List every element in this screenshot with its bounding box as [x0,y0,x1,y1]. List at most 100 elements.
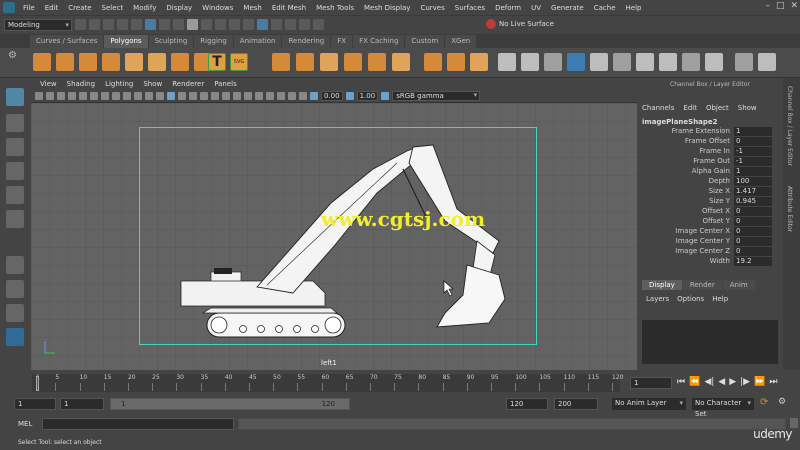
animation-end-field[interactable]: 200 [554,398,598,410]
exposure-icon[interactable] [310,92,318,100]
panel-menu-panels[interactable]: Panels [209,80,242,88]
attr-row-size-y[interactable]: Size Y 0.945 [638,197,778,207]
poly-cube-icon[interactable] [56,53,74,71]
menu-modify[interactable]: Modify [128,4,161,12]
menu-deform[interactable]: Deform [490,4,526,12]
menu-edit[interactable]: Edit [40,4,64,12]
planar-uv-icon[interactable] [613,53,631,71]
playback-start-field[interactable]: 1 [60,398,104,410]
target-weld-icon[interactable] [521,53,539,71]
textured-icon[interactable] [200,92,208,100]
channel-menu-edit[interactable]: Edit [683,104,697,112]
current-time-indicator[interactable] [36,376,39,391]
channel-menu-channels[interactable]: Channels [642,104,674,112]
ambient-occlusion-icon[interactable] [233,92,241,100]
panel-menu-renderer[interactable]: Renderer [167,80,209,88]
paint-select-tool-icon[interactable] [6,138,24,156]
attr-row-size-x[interactable]: Size X 1.417 [638,187,778,197]
layer-menu-options[interactable]: Options [677,295,704,303]
character-set-select[interactable]: No Character Set [692,398,754,418]
open-scene-icon[interactable] [89,19,100,30]
gamma-icon[interactable] [345,92,354,100]
attr-value[interactable]: 0 [734,237,772,246]
mask-curves-icon[interactable] [229,19,240,30]
view-transform-select[interactable]: sRGB gamma [392,91,481,101]
cut-uv-icon[interactable] [659,53,677,71]
anti-aliasing-icon[interactable] [255,92,263,100]
poly-plane-icon[interactable] [148,53,166,71]
scale-tool-icon[interactable] [6,210,24,228]
menu-uv[interactable]: UV [526,4,546,12]
panel-menu-lighting[interactable]: Lighting [100,80,138,88]
step-back-frame-icon[interactable]: ◀| [704,377,714,387]
poly-cone-icon[interactable] [102,53,120,71]
camera-select-icon[interactable] [35,92,43,100]
time-slider-track[interactable]: 1510152025303540455055606570758085909510… [32,374,623,392]
attr-row-alpha-gain[interactable]: Alpha Gain 1 [638,167,778,177]
menu-surfaces[interactable]: Surfaces [450,4,490,12]
attr-row-image-center-z[interactable]: Image Center Z 0 [638,247,778,257]
extrude-icon[interactable] [392,53,410,71]
mask-surfaces-icon[interactable] [243,19,254,30]
anim-layer-select[interactable]: No Anim Layer [612,398,686,410]
multi-cut-icon[interactable] [498,53,516,71]
attr-row-frame-extension[interactable]: Frame Extension 1 [638,127,778,137]
attr-value[interactable]: 1 [734,167,772,176]
shelf-tab-xgen[interactable]: XGen [445,35,477,48]
range-bar[interactable]: 1 120 [110,398,350,410]
channel-menu-object[interactable]: Object [706,104,729,112]
gate-mask-icon[interactable] [134,92,142,100]
isolate-select-icon[interactable] [266,92,274,100]
layer-menu-layers[interactable]: Layers [646,295,669,303]
new-scene-icon[interactable] [75,19,86,30]
attr-value[interactable]: 100 [734,177,772,186]
menu-set-select[interactable]: Modeling [4,18,72,31]
close-icon[interactable]: ✕ [790,1,798,11]
attr-row-frame-in[interactable]: Frame In -1 [638,147,778,157]
shelf-tab-custom[interactable]: Custom [405,35,445,48]
menu-display[interactable]: Display [161,4,197,12]
current-frame-field[interactable]: 1 [630,377,672,389]
panel-menu-view[interactable]: View [35,80,62,88]
boolean-icon[interactable] [344,53,362,71]
menu-edit-mesh[interactable]: Edit Mesh [267,4,311,12]
mirror-icon[interactable] [368,53,386,71]
side-tab-channel-box[interactable]: Channel Box / Layer Editor [786,86,793,166]
menu-cache[interactable]: Cache [589,4,621,12]
poly-torus-icon[interactable] [125,53,143,71]
shelf-tab-sculpting[interactable]: Sculpting [148,35,194,48]
maya-m-icon[interactable] [6,328,24,346]
grid-icon[interactable] [101,92,109,100]
menu-mesh-tools[interactable]: Mesh Tools [311,4,359,12]
attr-value[interactable]: 0.945 [734,197,772,206]
attr-value[interactable]: 0 [734,227,772,236]
attr-row-offset-y[interactable]: Offset Y 0 [638,217,778,227]
auto-uv-icon[interactable] [636,53,654,71]
step-forward-frame-icon[interactable]: |▶ [740,377,750,387]
excavator-image-plane[interactable] [31,103,637,370]
sew-uv-icon[interactable] [682,53,700,71]
xray-icon[interactable] [277,92,285,100]
field-chart-icon[interactable] [145,92,153,100]
gamma-field[interactable]: 1.00 [356,91,379,101]
attr-value[interactable]: -1 [734,157,772,166]
channel-menu-show[interactable]: Show [738,104,757,112]
single-perspective-layout-icon[interactable] [6,256,24,274]
playback-end-field[interactable]: 120 [506,398,548,410]
layer-menu-help[interactable]: Help [712,295,728,303]
safe-action-icon[interactable] [156,92,164,100]
lasso-tool-icon[interactable] [6,114,24,132]
snap-view-icon[interactable] [299,19,310,30]
attr-row-offset-x[interactable]: Offset X 0 [638,207,778,217]
live-surface[interactable]: No Live Surface [486,19,554,29]
menu-windows[interactable]: Windows [197,4,238,12]
menu-select[interactable]: Select [97,4,129,12]
undo-icon[interactable] [117,19,128,30]
shadows-icon[interactable] [222,92,230,100]
motion-blur-icon[interactable] [244,92,252,100]
menu-generate[interactable]: Generate [546,4,589,12]
snap-grid-icon[interactable] [257,19,268,30]
command-input[interactable] [42,418,234,430]
menu-mesh-display[interactable]: Mesh Display [359,4,415,12]
xray-joints-icon[interactable] [288,92,296,100]
